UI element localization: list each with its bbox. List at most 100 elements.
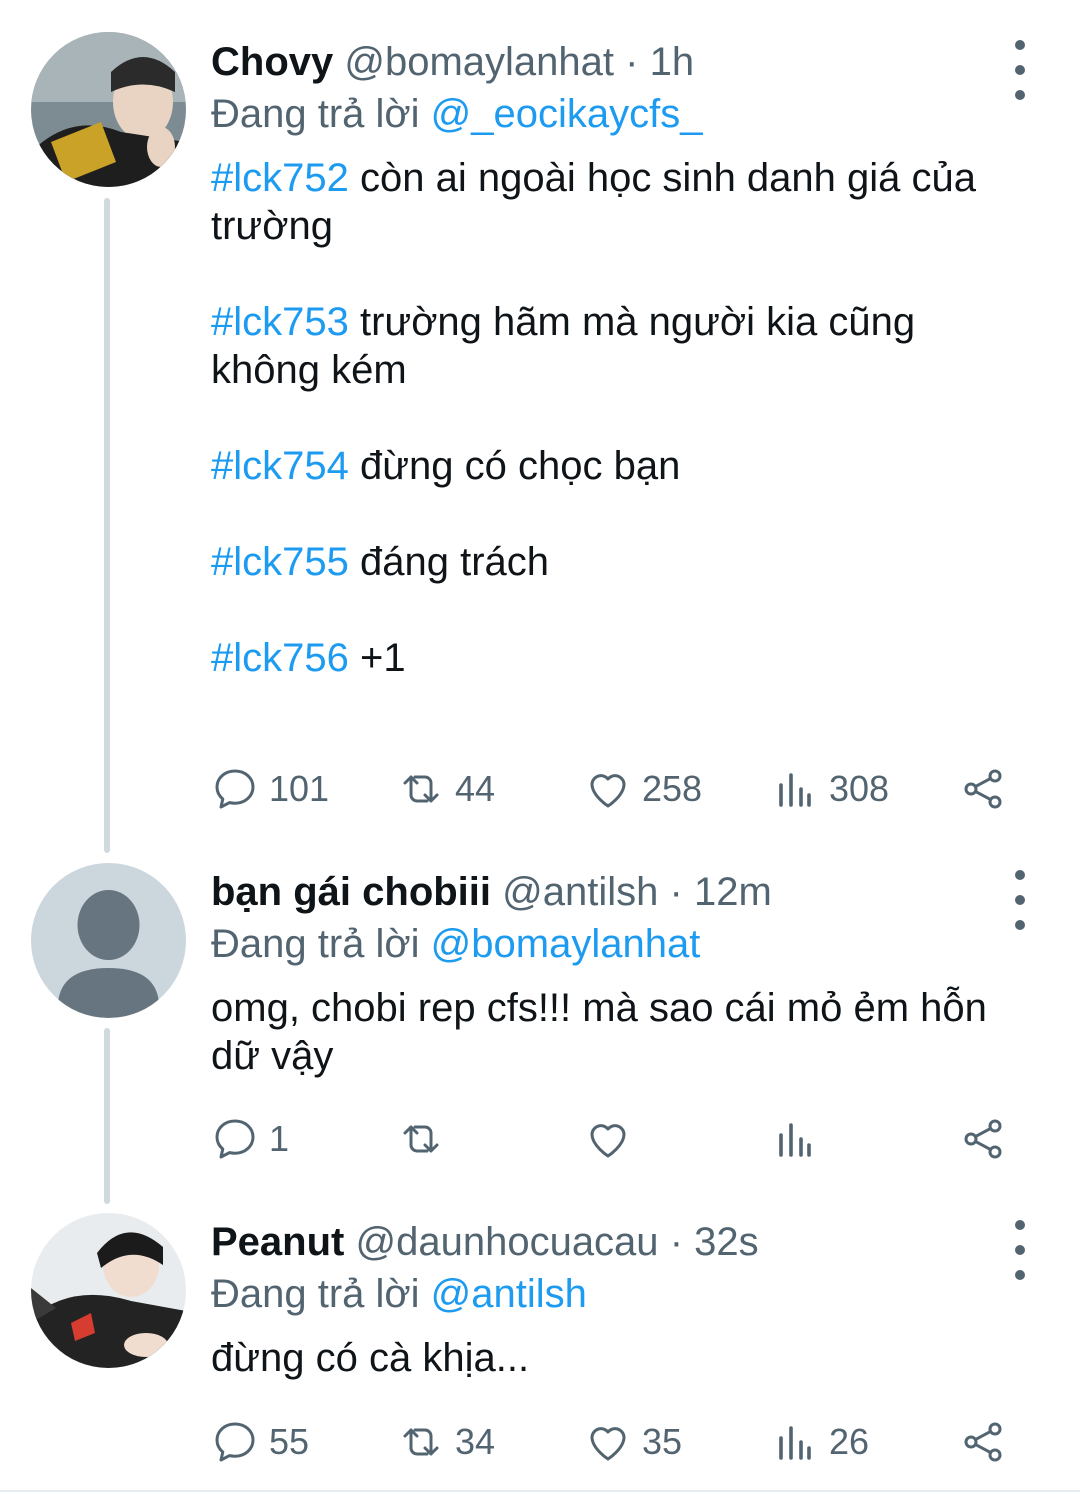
user-handle[interactable]: @antilsh [502, 870, 658, 914]
bar-chart-icon [779, 1123, 811, 1157]
hashtag-link[interactable]: #lck755 [211, 540, 349, 584]
retweet-count: 34 [455, 1421, 496, 1462]
vertical-ellipsis-icon [1015, 870, 1025, 880]
hashtag-link[interactable]: #lck752 [211, 156, 349, 200]
more-options-button[interactable] [1008, 1220, 1032, 1280]
tweet-ban-gai-chobiii[interactable]: bạn gái chobiii @antilsh · 12m Đang trả … [0, 850, 1080, 1200]
retweet-button[interactable]: 44 [397, 759, 495, 819]
replying-prefix: Đang trả lời [211, 922, 420, 966]
reply-button[interactable]: 1 [211, 1109, 289, 1169]
avatar-default[interactable] [31, 863, 186, 1018]
tweet-body: đừng có cà khịa... [211, 1334, 1020, 1382]
more-options-button[interactable] [1008, 40, 1032, 100]
tweet-body: #lck752 còn ai ngoài học sinh danh giá c… [211, 154, 1020, 682]
separator-dot: · [625, 40, 639, 84]
share-button[interactable] [959, 1412, 1007, 1472]
share-button[interactable] [959, 1109, 1007, 1169]
reply-count: 101 [269, 768, 330, 809]
divider [0, 1490, 1080, 1492]
heart-icon [590, 1124, 626, 1158]
tweet-actions: 55 34 35 26 [211, 1412, 1011, 1472]
display-name[interactable]: Chovy [211, 40, 333, 84]
speech-bubble-icon [215, 1422, 255, 1462]
tweet-text: đáng trách [348, 540, 550, 584]
like-button[interactable]: 258 [584, 759, 702, 819]
reply-count: 1 [269, 1118, 290, 1159]
avatar-photo [31, 32, 186, 187]
tweet-paragraph: #lck756 +1 [211, 634, 1020, 682]
tweet-header: bạn gái chobiii @antilsh · 12m [211, 868, 1020, 916]
hashtag-link[interactable]: #lck756 [211, 636, 349, 680]
tweet-text: omg, chobi rep cfs!!! mà sao cái mỏ ẻm h… [211, 986, 987, 1078]
hashtag-link[interactable]: #lck753 [211, 300, 349, 344]
display-name[interactable]: Peanut [211, 1220, 344, 1264]
user-handle[interactable]: @daunhocuacau [355, 1220, 658, 1264]
replying-to: Đang trả lời @antilsh [211, 1270, 1020, 1318]
tweet-actions: 1 [211, 1109, 1011, 1169]
tweet-paragraph: #lck753 trường hãm mà người kia cũng khô… [211, 298, 1020, 394]
avatar-photo [31, 1213, 186, 1368]
user-handle[interactable]: @bomaylanhat [344, 40, 614, 84]
like-count: 35 [642, 1421, 683, 1462]
hashtag-link[interactable]: #lck754 [211, 444, 349, 488]
avatar-chovy[interactable] [31, 32, 186, 187]
replying-to-link[interactable]: @_eocikaycfs_ [431, 92, 703, 136]
speech-bubble-icon [215, 1119, 255, 1159]
share-icon [964, 1119, 1002, 1159]
views-count: 26 [829, 1421, 870, 1462]
person-silhouette-icon [31, 863, 186, 1018]
more-options-button[interactable] [1008, 870, 1032, 930]
tweet-header: Chovy @bomaylanhat · 1h [211, 38, 1020, 86]
replying-to: Đang trả lời @_eocikaycfs_ [211, 90, 1020, 138]
retweet-button[interactable]: 34 [397, 1412, 495, 1472]
timestamp[interactable]: 12m [694, 870, 772, 914]
reply-count: 55 [269, 1421, 310, 1462]
retweet-icon [403, 775, 439, 803]
retweet-count: 44 [455, 768, 496, 809]
share-button[interactable] [959, 759, 1007, 819]
separator-dot: · [669, 870, 683, 914]
tweet-body: omg, chobi rep cfs!!! mà sao cái mỏ ẻm h… [211, 984, 1020, 1080]
tweet-actions: 101 44 258 308 [211, 759, 1011, 819]
display-name[interactable]: bạn gái chobiii [211, 870, 491, 914]
like-button[interactable] [584, 1109, 642, 1169]
like-count: 258 [642, 768, 703, 809]
heart-icon [590, 774, 626, 808]
replying-to-link[interactable]: @antilsh [431, 1272, 587, 1316]
tweet-peanut[interactable]: Peanut @daunhocuacau · 32s Đang trả lời … [0, 1200, 1080, 1495]
like-button[interactable]: 35 [584, 1412, 682, 1472]
bar-chart-icon [779, 1426, 811, 1460]
retweet-icon [403, 1428, 439, 1456]
share-icon [964, 769, 1002, 809]
vertical-ellipsis-icon [1015, 1220, 1025, 1230]
separator-dot: · [669, 1220, 684, 1264]
speech-bubble-icon [215, 769, 255, 809]
tweet-paragraph: #lck755 đáng trách [211, 538, 1020, 586]
vertical-ellipsis-icon [1015, 40, 1025, 50]
tweet-text: đừng có cà khịa... [211, 1336, 530, 1380]
timestamp[interactable]: 1h [650, 40, 695, 84]
heart-icon [590, 1427, 626, 1461]
timestamp[interactable]: 32s [694, 1220, 759, 1264]
replying-to: Đang trả lời @bomaylanhat [211, 920, 1020, 968]
reply-button[interactable]: 55 [211, 1412, 309, 1472]
retweet-button[interactable] [397, 1109, 455, 1169]
replying-to-link[interactable]: @bomaylanhat [431, 922, 701, 966]
replying-prefix: Đang trả lời [211, 1272, 420, 1316]
share-icon [964, 1422, 1002, 1462]
tweet-text: +1 [348, 636, 406, 680]
tweet-paragraph: omg, chobi rep cfs!!! mà sao cái mỏ ẻm h… [211, 984, 1020, 1080]
avatar-peanut[interactable] [31, 1213, 186, 1368]
views-button[interactable]: 308 [771, 759, 889, 819]
views-button[interactable]: 26 [771, 1412, 869, 1472]
retweet-icon [403, 1125, 439, 1153]
tweet-chovy[interactable]: Chovy @bomaylanhat · 1h Đang trả lời @_e… [0, 0, 1080, 850]
tweet-paragraph: đừng có cà khịa... [211, 1334, 1020, 1382]
views-button[interactable] [771, 1109, 829, 1169]
tweet-paragraph: #lck752 còn ai ngoài học sinh danh giá c… [211, 154, 1020, 250]
bar-chart-icon [779, 773, 811, 807]
tweet-paragraph: #lck754 đừng có chọc bạn [211, 442, 1020, 490]
tweet-text: đừng có chọc bạn [348, 444, 681, 488]
reply-button[interactable]: 101 [211, 759, 329, 819]
tweet-header: Peanut @daunhocuacau · 32s [211, 1218, 1020, 1266]
